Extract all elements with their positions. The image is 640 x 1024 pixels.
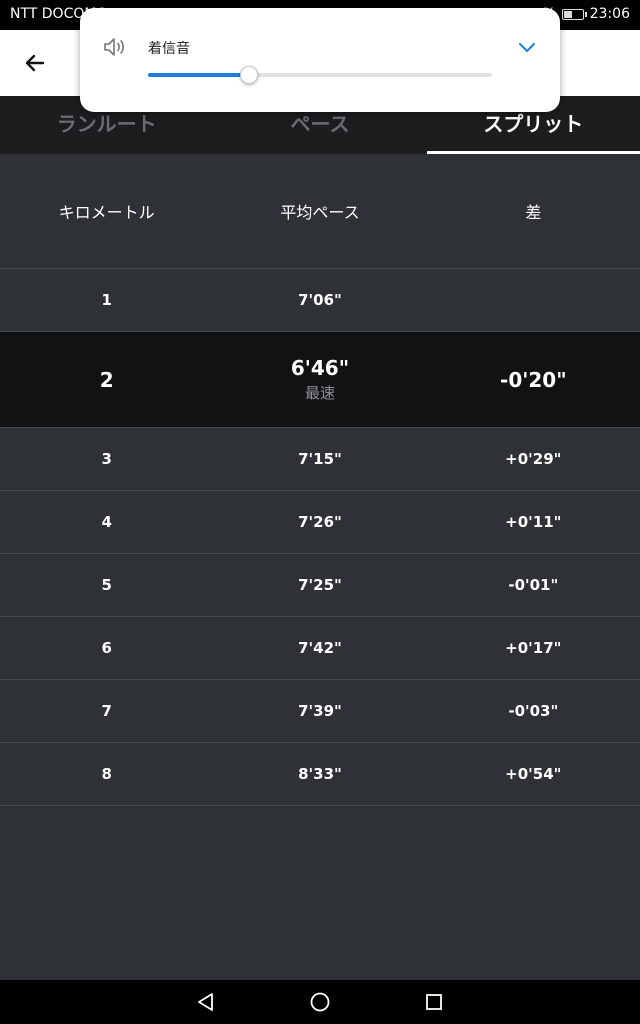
diff-cell: +0'17": [505, 639, 562, 657]
battery-icon: [561, 8, 587, 20]
diff-cell: +0'29": [505, 450, 562, 468]
km-cell: 2: [99, 367, 114, 392]
header-diff: 差: [525, 203, 542, 222]
ringtone-label: 着信音: [148, 41, 190, 57]
diff-cell: +0'54": [505, 765, 562, 783]
table-row: 7 7'39" -0'03": [0, 680, 640, 743]
km-cell: 3: [101, 450, 112, 468]
km-cell: 1: [101, 291, 112, 309]
table-row: 5 7'25" -0'01": [0, 554, 640, 617]
clock: 23:06: [589, 6, 630, 22]
volume-slider[interactable]: [148, 66, 492, 84]
pace-cell: 7'39": [298, 702, 342, 720]
fastest-label: 最速: [304, 384, 335, 402]
volume-slider-fill: [148, 73, 248, 77]
pace-value: 6'46": [290, 356, 350, 380]
header-avg-pace: 平均ペース: [280, 203, 360, 222]
table-row: 6 7'42" +0'17": [0, 617, 640, 680]
pace-cell: 7'15": [298, 450, 342, 468]
volume-popup: 着信音: [80, 8, 560, 112]
diff-cell: -0'01": [508, 576, 559, 594]
table-row: 1 7'06": [0, 269, 640, 332]
table-header: キロメートル 平均ペース 差: [0, 154, 640, 269]
speaker-icon[interactable]: [102, 36, 128, 62]
circle-home-icon: [310, 992, 330, 1012]
table-row: 4 7'26" +0'11": [0, 491, 640, 554]
arrow-left-icon: [25, 54, 45, 72]
chevron-down-icon[interactable]: [518, 38, 536, 57]
pace-cell: 7'06": [298, 291, 342, 309]
diff-cell: +0'11": [505, 513, 562, 531]
nav-recents-button[interactable]: [422, 990, 446, 1014]
pace-cell: 6'46" 最速: [213, 356, 426, 403]
km-cell: 6: [101, 639, 112, 657]
pace-cell: 8'33": [298, 765, 342, 783]
km-cell: 7: [101, 702, 112, 720]
nav-back-button[interactable]: [194, 990, 218, 1014]
km-cell: 8: [101, 765, 112, 783]
pace-cell: 7'42": [298, 639, 342, 657]
square-recents-icon: [426, 994, 442, 1010]
table-row-fastest: 2 6'46" 最速 -0'20": [0, 332, 640, 428]
pace-cell: 7'25": [298, 576, 342, 594]
pace-cell: 7'26": [298, 513, 342, 531]
diff-cell: -0'20": [500, 367, 567, 392]
header-km: キロメートル: [58, 203, 155, 222]
km-cell: 4: [101, 513, 112, 531]
splits-table: キロメートル 平均ペース 差 1 7'06" 2 6'46" 最速 -0'20"…: [0, 154, 640, 806]
nav-home-button[interactable]: [308, 990, 332, 1014]
table-row: 8 8'33" +0'54": [0, 743, 640, 806]
volume-slider-thumb[interactable]: [239, 66, 258, 84]
table-row: 3 7'15" +0'29": [0, 428, 640, 491]
triangle-back-icon: [198, 993, 213, 1011]
diff-cell: -0'03": [508, 702, 559, 720]
back-button[interactable]: [20, 48, 50, 78]
system-nav-bar: [0, 980, 640, 1024]
km-cell: 5: [101, 576, 112, 594]
